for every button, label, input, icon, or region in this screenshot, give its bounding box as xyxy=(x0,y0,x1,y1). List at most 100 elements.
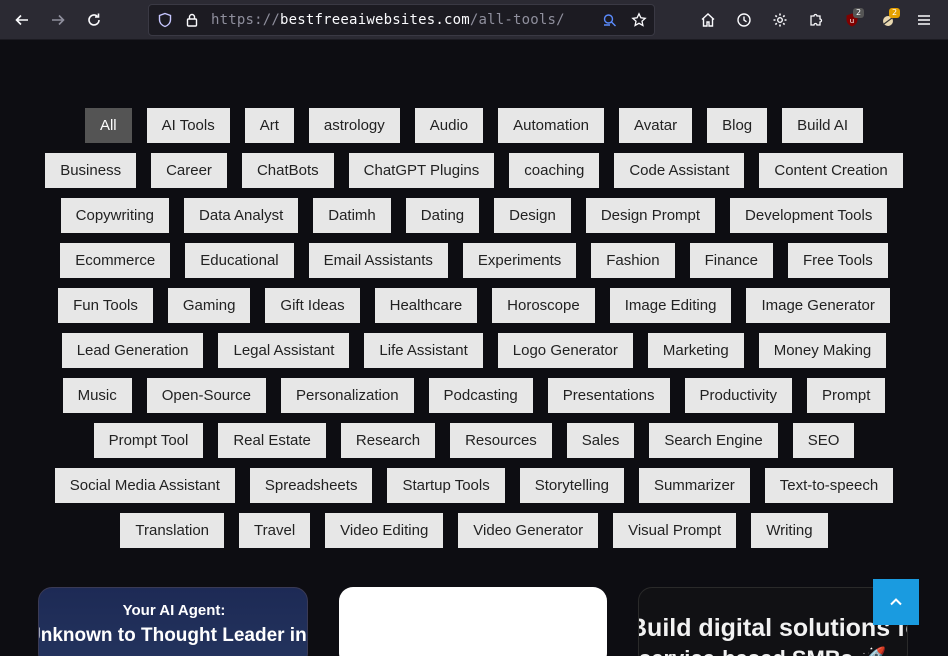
category-tag[interactable]: Data Analyst xyxy=(184,198,299,233)
url-prefix: https:// xyxy=(211,12,281,28)
category-tag[interactable]: All xyxy=(84,108,132,143)
category-tag[interactable]: Social Media Assistant xyxy=(54,468,235,503)
category-tag[interactable]: Content Creation xyxy=(759,153,903,188)
bookmark-star-icon[interactable] xyxy=(631,12,647,28)
category-tag[interactable]: Logo Generator xyxy=(497,333,633,368)
category-tag[interactable]: Image Generator xyxy=(746,288,890,323)
category-tag[interactable]: Visual Prompt xyxy=(613,513,737,548)
forward-arrow-icon xyxy=(52,14,65,26)
category-tag[interactable]: Translation xyxy=(120,513,225,548)
category-tag[interactable]: Writing xyxy=(751,513,828,548)
address-bar[interactable]: https://bestfreeaiwebsites.com/all-tools… xyxy=(148,4,655,36)
category-tag[interactable]: Travel xyxy=(239,513,311,548)
category-tag[interactable]: Career xyxy=(151,153,227,188)
category-tag[interactable]: Productivity xyxy=(684,378,793,413)
settings-button[interactable] xyxy=(766,6,794,34)
shield-icon[interactable] xyxy=(157,12,173,28)
category-tag[interactable]: SEO xyxy=(792,423,855,458)
home-button[interactable] xyxy=(694,6,722,34)
category-tag[interactable]: Storytelling xyxy=(519,468,624,503)
category-tag[interactable]: Art xyxy=(244,108,294,143)
hamburger-menu-icon xyxy=(918,15,930,25)
category-tag[interactable]: Open-Source xyxy=(146,378,266,413)
category-tag[interactable]: Ecommerce xyxy=(60,243,171,278)
category-tag[interactable]: coaching xyxy=(509,153,600,188)
category-tag[interactable]: Design Prompt xyxy=(585,198,716,233)
menu-button[interactable] xyxy=(910,6,938,34)
category-tag[interactable]: Startup Tools xyxy=(387,468,505,503)
category-tag[interactable]: Text-to-speech xyxy=(764,468,894,503)
category-tag[interactable]: Healthcare xyxy=(374,288,478,323)
category-tag[interactable]: Automation xyxy=(498,108,605,143)
category-tag[interactable]: Sales xyxy=(566,423,635,458)
category-tag[interactable]: Money Making xyxy=(758,333,887,368)
category-tag[interactable]: Educational xyxy=(185,243,294,278)
url-text[interactable]: https://bestfreeaiwebsites.com/all-tools… xyxy=(211,12,565,28)
ublock-button[interactable]: u 2 xyxy=(838,6,866,34)
category-tag[interactable]: Lead Generation xyxy=(61,333,204,368)
category-tag[interactable]: Research xyxy=(340,423,436,458)
category-tag[interactable]: Life Assistant xyxy=(364,333,483,368)
history-button[interactable] xyxy=(730,6,758,34)
category-tag[interactable]: Personalization xyxy=(280,378,414,413)
category-tag[interactable]: Email Assistants xyxy=(308,243,448,278)
category-tag[interactable]: Video Editing xyxy=(325,513,444,548)
category-tag[interactable]: Free Tools xyxy=(788,243,888,278)
scroll-to-top-button[interactable] xyxy=(873,579,919,625)
category-tag[interactable]: Presentations xyxy=(547,378,670,413)
category-tag[interactable]: Experiments xyxy=(462,243,577,278)
category-tag[interactable]: Real Estate xyxy=(218,423,326,458)
category-tag[interactable]: ChatGPT Plugins xyxy=(348,153,495,188)
category-tag[interactable]: Summarizer xyxy=(638,468,750,503)
puzzle-icon xyxy=(810,13,823,26)
ublock-count-badge: 2 xyxy=(853,8,865,18)
category-tag[interactable]: Dating xyxy=(405,198,480,233)
browser-toolbar: https://bestfreeaiwebsites.com/all-tools… xyxy=(0,0,948,40)
category-tag[interactable]: astrology xyxy=(308,108,400,143)
category-tag[interactable]: Gaming xyxy=(167,288,251,323)
category-tag[interactable]: Business xyxy=(45,153,137,188)
category-tag[interactable]: Resources xyxy=(450,423,552,458)
category-tag[interactable]: Search Engine xyxy=(649,423,778,458)
page-content: All AI Tools Art astrology Audio Automation Av… xyxy=(0,40,948,656)
category-tag[interactable]: Marketing xyxy=(647,333,744,368)
category-tag[interactable]: Audio xyxy=(414,108,484,143)
category-tag[interactable]: Podcasting xyxy=(428,378,533,413)
reload-button[interactable] xyxy=(80,6,108,34)
category-tag[interactable]: Prompt xyxy=(807,378,886,413)
category-tag[interactable]: Horoscope xyxy=(492,288,595,323)
category-tag[interactable]: Legal Assistant xyxy=(218,333,350,368)
category-tag[interactable]: Gift Ideas xyxy=(265,288,360,323)
category-tag[interactable]: Fun Tools xyxy=(58,288,153,323)
category-tag[interactable]: Video Generator xyxy=(458,513,599,548)
category-tag[interactable]: Design xyxy=(494,198,571,233)
extension-button[interactable]: 2 xyxy=(874,6,902,34)
category-tag[interactable]: Image Editing xyxy=(609,288,732,323)
card-subheadline: Unknown to Thought Leader in xyxy=(38,625,307,646)
url-path: /all-tools/ xyxy=(469,12,565,28)
card-headline: Build digital solutions for xyxy=(639,614,907,642)
category-tag[interactable]: Development Tools xyxy=(730,198,888,233)
category-tag[interactable]: ChatBots xyxy=(241,153,334,188)
category-tag[interactable]: Prompt Tool xyxy=(93,423,204,458)
category-tag[interactable]: Build AI xyxy=(782,108,864,143)
extensions-button[interactable] xyxy=(802,6,830,34)
category-tag[interactable]: Blog xyxy=(707,108,768,143)
category-tag[interactable]: Avatar xyxy=(619,108,693,143)
history-clock-icon xyxy=(737,13,751,27)
category-tag[interactable]: Copywriting xyxy=(60,198,170,233)
featured-card-digital-solutions[interactable]: Build digital solutions for service-base… xyxy=(638,587,908,656)
featured-card-ai-agent[interactable]: Your AI Agent: Unknown to Thought Leader… xyxy=(38,587,308,656)
category-tag[interactable]: Spreadsheets xyxy=(249,468,373,503)
back-button[interactable] xyxy=(8,6,36,34)
translate-icon[interactable] xyxy=(602,12,618,28)
category-tag[interactable]: Music xyxy=(62,378,132,413)
forward-button[interactable] xyxy=(44,6,72,34)
category-tag[interactable]: Datimh xyxy=(313,198,391,233)
category-tag[interactable]: Code Assistant xyxy=(614,153,745,188)
featured-card-blank[interactable] xyxy=(339,587,607,656)
category-tag[interactable]: AI Tools xyxy=(146,108,230,143)
lock-icon[interactable] xyxy=(184,12,200,28)
category-tag[interactable]: Fashion xyxy=(591,243,675,278)
category-tag[interactable]: Finance xyxy=(689,243,773,278)
